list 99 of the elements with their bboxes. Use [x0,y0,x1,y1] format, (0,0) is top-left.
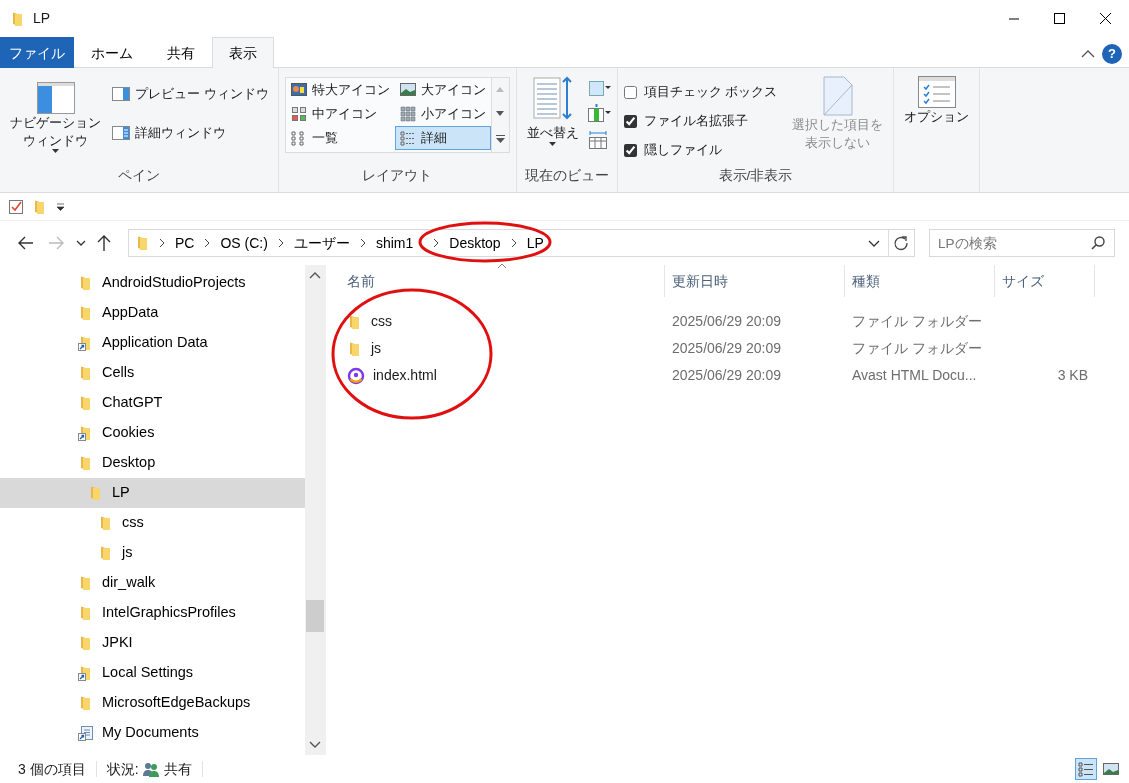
preview-pane-icon [112,86,130,101]
group-label: ペイン [116,167,161,185]
checkbox[interactable] [623,114,637,128]
large-icons-icon [1103,761,1119,777]
checkbox-option[interactable]: 隠しファイル [623,135,778,165]
column-header[interactable]: 更新日時 [665,265,845,297]
tree-item[interactable]: JPKI [0,628,305,658]
share-status: 共有 [163,759,192,779]
chevron-icon [276,237,285,249]
ribbon-tab[interactable]: 表示 [212,37,274,68]
date-cell-text: 2025/06/29 20:09 [671,366,782,385]
checkbox[interactable] [623,143,637,157]
layout-view-icon [290,82,307,98]
layout-option[interactable]: 詳細 [394,126,491,150]
breadcrumb-item[interactable]: ユーザー [291,232,352,254]
column-header[interactable]: 種類 [845,265,995,297]
column-header[interactable]: 名前 [326,265,665,297]
hide-page-icon [822,76,853,116]
group-label: 現在のビュー [523,167,610,185]
ribbon-tab[interactable]: ホーム [74,37,150,68]
item-count: 3 個の項目 [18,759,86,779]
breadcrumb-item[interactable]: PC [173,232,197,254]
help-button[interactable]: ? [1102,43,1122,64]
layout-view-icon [399,82,416,98]
chevron-icon [509,237,518,249]
layout-view-icon [399,130,416,146]
sort-ascending-icon [497,263,507,269]
layout-option[interactable]: 大アイコン [394,78,491,102]
tree-item[interactable]: AppData [0,298,305,328]
tree-item[interactable]: css [0,508,305,538]
group-label: 表示/非表示 [717,167,794,185]
ribbon-large-button[interactable]: 並べ替え [522,74,583,166]
details-view-icon [1077,761,1094,777]
checkbox-option[interactable]: ファイル名拡張子 [623,106,778,136]
ribbon-button[interactable]: 詳細ウィンドウ [109,120,272,145]
status-label: 状況: [106,759,139,779]
tree-item[interactable]: ChatGPT [0,388,305,418]
checkbox[interactable] [623,85,637,99]
people-icon [142,761,161,777]
breadcrumb-item[interactable]: Desktop [447,232,503,254]
tree-item[interactable]: My Documents [0,718,305,748]
details-view-button[interactable] [1074,758,1097,780]
chevron-icon [158,237,166,249]
ribbon-tab[interactable]: 共有 [150,37,212,68]
layout-option[interactable]: 中アイコン [285,102,395,126]
layout-option[interactable]: 特大アイコン [285,78,395,102]
breadcrumb-item[interactable]: shim1 [373,232,416,254]
customize-dropdown-icon[interactable] [56,202,66,211]
breadcrumb-item[interactable]: LP [524,232,546,254]
details-pane-icon [112,125,130,140]
collapse-ribbon-icon[interactable] [1081,48,1095,59]
group-label: レイアウト [361,167,434,185]
file-name[interactable]: js [326,338,665,359]
type-cell-text: ファイル フォルダー [851,312,983,331]
type-cell-text: ファイル フォルダー [851,339,983,358]
search-field[interactable]: LPの検索 [929,229,1115,257]
tree-item[interactable]: Cookies [0,418,305,448]
chevron-icon [358,237,367,249]
tree-item[interactable]: js [0,538,305,568]
chevron-icon [432,237,441,249]
ribbon-large-button[interactable]: ナビゲーション ウィンドウ [6,80,105,166]
ribbon-large-button[interactable]: オプション [900,74,974,192]
size-cell-text: 3 KB [1056,366,1089,385]
search-icon [1090,235,1106,251]
date-cell-text: 2025/06/29 20:09 [671,339,782,358]
file-name[interactable]: index.html [326,365,665,386]
layout-option[interactable]: 小アイコン [394,102,491,126]
properties-icon[interactable] [8,198,24,215]
column-header[interactable]: サイズ [995,265,1095,297]
tree-item[interactable]: Cells [0,358,305,388]
scrollbar-thumb[interactable] [306,600,324,632]
breadcrumb-item[interactable]: OS (C:) [218,232,270,254]
tree-item[interactable]: AndroidStudioProjects [0,268,305,298]
layout-view-icon [290,106,307,122]
file-name[interactable]: css [326,311,665,332]
tree-item[interactable]: Desktop [0,448,305,478]
chevron-icon [203,237,212,249]
type-cell-text: Avast HTML Docu... [851,366,978,385]
layout-view-icon [290,130,307,146]
tree-item[interactable]: IntelGraphicsProfiles [0,598,305,628]
options-icon [917,76,956,108]
tree-item[interactable]: LP [0,478,305,508]
tree-item[interactable]: Local Settings [0,658,305,688]
add-columns-button[interactable] [586,103,611,125]
navigation-pane-icon [36,82,75,114]
expand-gallery-icon[interactable] [495,134,505,143]
tree-item[interactable]: dir_walk [0,568,305,598]
scroll-down-icon[interactable] [496,111,505,116]
file-menu-tab[interactable]: ファイル [0,37,74,68]
ribbon-button[interactable]: プレビュー ウィンドウ [109,81,272,106]
date-cell-text: 2025/06/29 20:09 [671,312,782,331]
window-title: LP [33,9,51,28]
html-file-icon [347,366,365,385]
tree-item[interactable]: MicrosoftEdgeBackups [0,688,305,718]
layout-option[interactable]: 一覧 [285,126,395,150]
checkbox-option[interactable]: 項目チェック ボックス [623,77,778,107]
layout-view-icon [399,106,416,122]
document-shortcut-icon [78,725,94,741]
tree-item[interactable]: Application Data [0,328,305,358]
